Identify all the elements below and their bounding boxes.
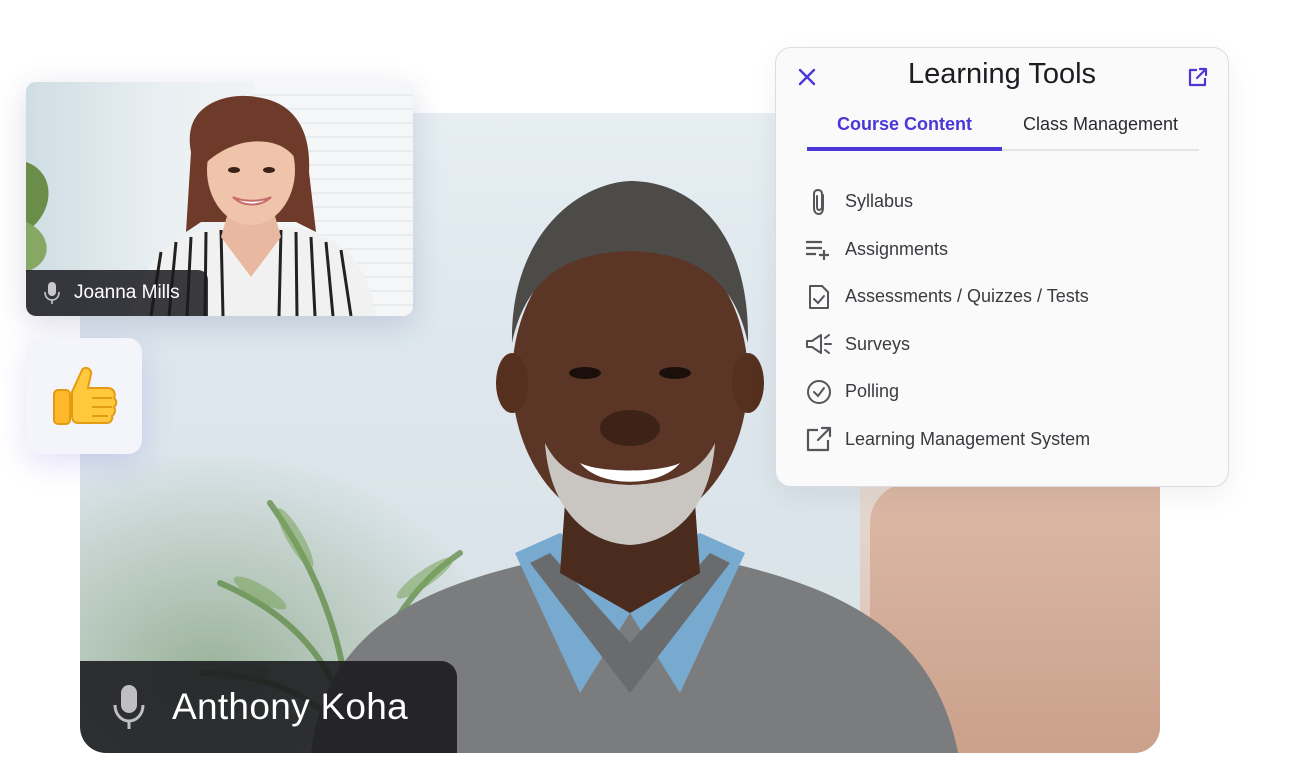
thumbs-up-icon: [53, 366, 118, 425]
background-leaf: [26, 162, 49, 272]
tool-item-label: Assessments / Quizzes / Tests: [845, 286, 1089, 307]
participant-video-tile[interactable]: Joanna Mills: [26, 82, 413, 316]
tool-item-polling[interactable]: Polling: [805, 368, 1205, 416]
tool-item-label: Surveys: [845, 333, 911, 354]
tool-item-label: Syllabus: [845, 191, 914, 212]
check-circle-icon: [805, 378, 833, 406]
tool-item-syllabus[interactable]: Syllabus: [805, 178, 1205, 226]
panel-tabs: Course Content Class Management: [807, 106, 1199, 151]
tool-item-lms[interactable]: Learning Management System: [805, 416, 1205, 464]
participant-name-tag: Joanna Mills: [26, 270, 208, 316]
tool-item-label: Learning Management System: [845, 428, 1091, 449]
tool-list: Syllabus Assignments Assessments / Quizz…: [805, 178, 1205, 463]
popout-icon[interactable]: [1186, 65, 1210, 89]
tool-item-assignments[interactable]: Assignments: [805, 226, 1205, 274]
tool-item-label: Polling: [845, 381, 900, 402]
learning-tools-panel: Learning Tools Course Content Class Mana…: [775, 47, 1229, 487]
presenter-name: Anthony Koha: [172, 686, 409, 727]
presenter-name-tag: Anthony Koha: [80, 661, 457, 753]
microphone-icon: [113, 685, 145, 729]
paperclip-icon: [805, 188, 833, 216]
megaphone-icon: [805, 330, 833, 358]
playlist-add-icon: [805, 235, 833, 263]
tab-course-content[interactable]: Course Content: [807, 106, 1002, 151]
thumbs-up-reaction[interactable]: [26, 338, 142, 454]
panel-title: Learning Tools: [907, 58, 1097, 90]
participant-name: Joanna Mills: [74, 282, 180, 303]
tool-item-label: Assignments: [845, 238, 949, 259]
tool-item-assessments[interactable]: Assessments / Quizzes / Tests: [805, 273, 1205, 321]
tab-class-management[interactable]: Class Management: [1002, 106, 1199, 149]
external-link-icon: [805, 425, 833, 453]
microphone-icon: [44, 282, 60, 304]
tool-item-surveys[interactable]: Surveys: [805, 321, 1205, 369]
document-check-icon: [805, 283, 833, 311]
